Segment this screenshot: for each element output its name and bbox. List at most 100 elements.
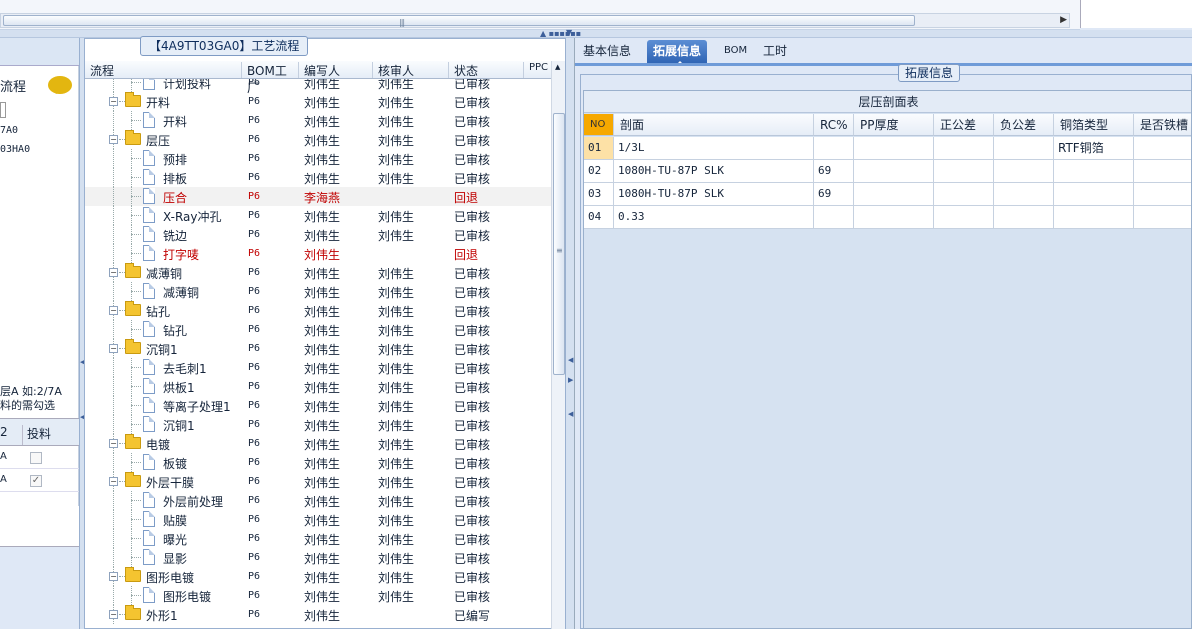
row-number-cell[interactable]: 03 — [584, 183, 614, 206]
table-cell[interactable] — [994, 183, 1054, 206]
tab-work-hours[interactable]: 工时 — [757, 40, 793, 64]
table-row[interactable]: A — [0, 447, 79, 469]
table-cell[interactable]: 69 — [814, 183, 854, 206]
collapse-toggle-icon[interactable]: − — [109, 135, 118, 144]
vertical-splitter[interactable]: ◀ ▶ ◀ — [566, 38, 575, 629]
tree-step-row[interactable]: 排板 P6 刘伟生 刘伟生 已审核 — [85, 168, 551, 187]
horizontal-scrollbar[interactable]: ||| ▶ — [0, 0, 1080, 30]
tree-step-row[interactable]: 等离子处理1 P6 刘伟生 刘伟生 已审核 — [85, 396, 551, 415]
collapse-toggle-icon[interactable]: − — [109, 97, 118, 106]
table-cell[interactable] — [1134, 160, 1191, 183]
collapse-toggle-icon[interactable]: − — [109, 439, 118, 448]
table-cell[interactable] — [854, 183, 934, 206]
tree-step-row[interactable]: 预排 P6 刘伟生 刘伟生 已审核 — [85, 149, 551, 168]
table-cell[interactable]: 1080H-TU-87P SLK — [614, 183, 814, 206]
tree-group-row[interactable]: − 开料 P6 刘伟生 刘伟生 已审核 — [85, 92, 551, 111]
table-cell[interactable] — [994, 160, 1054, 183]
table-cell[interactable] — [934, 137, 994, 160]
collapse-toggle-icon[interactable]: − — [109, 572, 118, 581]
column-header-flow[interactable]: 流程 — [85, 62, 240, 78]
table-cell[interactable] — [1054, 160, 1134, 183]
tree-step-row[interactable]: 图形电镀 P6 刘伟生 刘伟生 已审核 — [85, 586, 551, 605]
feed-checkbox[interactable] — [30, 452, 42, 464]
column-header-writer[interactable]: 编写人 — [298, 62, 371, 78]
table-cell[interactable] — [814, 206, 854, 229]
row-number-cell[interactable]: 04 — [584, 206, 614, 229]
collapse-toggle-icon[interactable]: − — [109, 306, 118, 315]
table-cell[interactable]: 1/3L — [614, 137, 814, 160]
table-cell[interactable] — [1134, 137, 1191, 160]
column-header[interactable]: 负公差 — [994, 114, 1054, 136]
table-cell[interactable] — [854, 137, 934, 160]
tree-step-row[interactable]: 显影 P6 刘伟生 刘伟生 已审核 — [85, 548, 551, 567]
column-header-ppc[interactable]: PPC — [523, 62, 551, 78]
tree-step-row[interactable]: 减薄铜 P6 刘伟生 刘伟生 已审核 — [85, 282, 551, 301]
table-cell[interactable] — [1134, 183, 1191, 206]
table-cell[interactable] — [854, 206, 934, 229]
column-header-bom[interactable]: BOM工厂 — [241, 62, 297, 95]
column-header[interactable]: NO — [584, 114, 614, 136]
tree-step-row[interactable]: 曝光 P6 刘伟生 刘伟生 已审核 — [85, 529, 551, 548]
tree-step-row[interactable]: 开料 P6 刘伟生 刘伟生 已审核 — [85, 111, 551, 130]
tree-group-row[interactable]: − 外形1 P6 刘伟生 已编写 — [85, 605, 551, 624]
collapse-left-icon[interactable]: ◀ — [568, 356, 573, 364]
table-cell[interactable]: 1080H-TU-87P SLK — [614, 160, 814, 183]
tree-step-row[interactable]: 打字唛 P6 刘伟生 回退 — [85, 244, 551, 263]
tree-group-row[interactable]: − 钻孔 P6 刘伟生 刘伟生 已审核 — [85, 301, 551, 320]
table-cell[interactable]: RTF铜箔 — [1054, 137, 1134, 160]
table-cell[interactable] — [1134, 206, 1191, 229]
collapse-down-icon[interactable]: ▼ — [566, 28, 572, 37]
tab-bom[interactable]: BOM — [718, 40, 753, 64]
list-item[interactable]: 03HA0 — [0, 144, 30, 155]
list-item[interactable]: 7A0 — [0, 125, 18, 136]
scroll-right-icon[interactable]: ▶ — [1060, 15, 1067, 25]
tree-group-row[interactable]: − 沉铜1 P6 刘伟生 刘伟生 已审核 — [85, 339, 551, 358]
collapse-toggle-icon[interactable]: − — [109, 610, 118, 619]
input-field[interactable] — [0, 102, 6, 118]
collapse-right-icon[interactable]: ▶ — [568, 376, 573, 384]
tree-step-row[interactable]: 去毛刺1 P6 刘伟生 刘伟生 已审核 — [85, 358, 551, 377]
table-cell[interactable] — [934, 183, 994, 206]
column-header[interactable]: 铜箔类型 — [1054, 114, 1134, 136]
table-cell[interactable] — [1054, 183, 1134, 206]
feed-checkbox[interactable]: ✓ — [30, 475, 42, 487]
tree-step-row[interactable]: 贴膜 P6 刘伟生 刘伟生 已审核 — [85, 510, 551, 529]
table-cell[interactable] — [994, 206, 1054, 229]
scrollbar-thumb[interactable]: ||| — [3, 15, 915, 27]
column-header[interactable]: 是否铁槽 — [1134, 114, 1191, 136]
row-number-cell[interactable]: 01 — [584, 137, 614, 160]
table-cell[interactable]: 0.33 — [614, 206, 814, 229]
table-cell[interactable] — [1054, 206, 1134, 229]
tree-group-row[interactable]: − 图形电镀 P6 刘伟生 刘伟生 已审核 — [85, 567, 551, 586]
table-row[interactable]: A ✓ — [0, 470, 79, 492]
tree-group-row[interactable]: − 层压 P6 刘伟生 刘伟生 已审核 — [85, 130, 551, 149]
table-cell[interactable] — [994, 137, 1054, 160]
tree-step-row[interactable]: 外层前处理 P6 刘伟生 刘伟生 已审核 — [85, 491, 551, 510]
scrollbar-track[interactable]: ||| ▶ — [0, 13, 1070, 28]
collapse-left-icon[interactable]: ◀ — [568, 410, 573, 418]
vertical-scrollbar[interactable]: ▲ ≡ — [551, 61, 565, 629]
tree-group-row[interactable]: − 外层干膜 P6 刘伟生 刘伟生 已审核 — [85, 472, 551, 491]
scroll-up-icon[interactable]: ▲ — [555, 63, 560, 71]
collapse-toggle-icon[interactable]: − — [109, 344, 118, 353]
tree-step-row[interactable]: 计划投料 P6 刘伟生 刘伟生 已审核 — [85, 79, 551, 92]
tree-step-row[interactable]: 板镀 P6 刘伟生 刘伟生 已审核 — [85, 453, 551, 472]
column-header-status[interactable]: 状态 — [448, 62, 522, 78]
column-header[interactable]: PP厚度 — [854, 114, 934, 136]
table-cell[interactable] — [934, 206, 994, 229]
tree-group-row[interactable]: − 电镀 P6 刘伟生 刘伟生 已审核 — [85, 434, 551, 453]
column-header[interactable]: 正公差 — [934, 114, 994, 136]
table-cell[interactable]: 69 — [814, 160, 854, 183]
tree-group-row[interactable]: − 减薄铜 P6 刘伟生 刘伟生 已审核 — [85, 263, 551, 282]
tab-basic-info[interactable]: 基本信息 — [577, 40, 637, 64]
row-number-cell[interactable]: 02 — [584, 160, 614, 183]
scrollbar-thumb[interactable]: ≡ — [553, 113, 565, 375]
table-cell[interactable] — [814, 137, 854, 160]
column-header[interactable]: RC% — [814, 114, 854, 136]
tree-step-row[interactable]: 烘板1 P6 刘伟生 刘伟生 已审核 — [85, 377, 551, 396]
tree-step-row[interactable]: 沉铜1 P6 刘伟生 刘伟生 已审核 — [85, 415, 551, 434]
collapse-up-icon[interactable]: ▲ ▪▪▪▪▪▪ — [540, 29, 581, 38]
column-header-reviewer[interactable]: 核审人 — [372, 62, 447, 78]
collapse-toggle-icon[interactable]: − — [109, 268, 118, 277]
tree-step-row[interactable]: 铣边 P6 刘伟生 刘伟生 已审核 — [85, 225, 551, 244]
